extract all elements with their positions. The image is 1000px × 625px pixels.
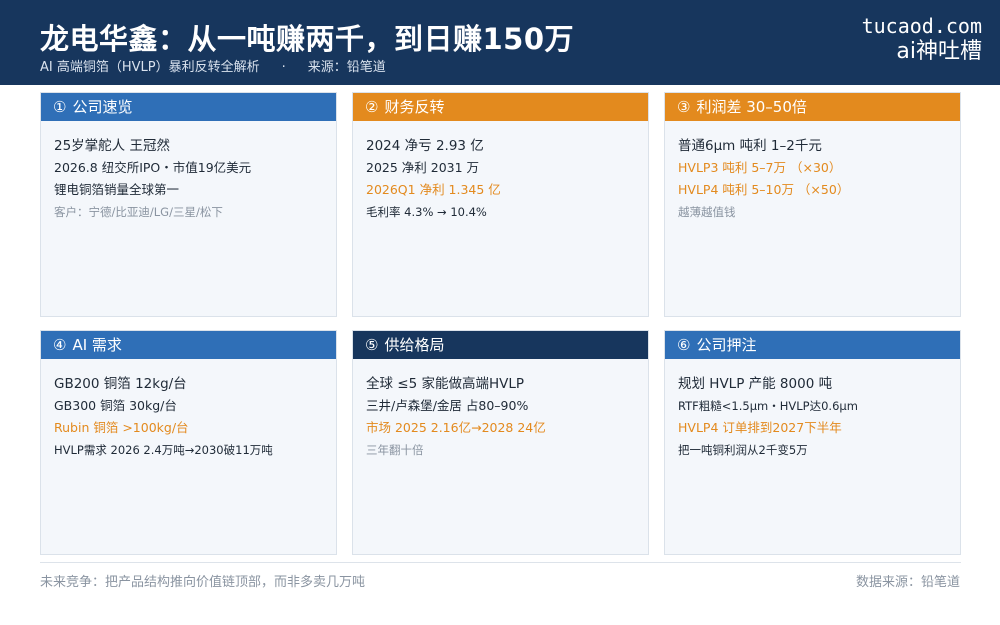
card-line: 越薄越值钱 [678, 205, 736, 219]
card-line: 锂电铜箔销量全球第一 [54, 182, 180, 197]
page-title: 龙电华鑫：从一吨赚两千，到日赚150万 [40, 22, 575, 56]
card-number: ⑤ [365, 336, 379, 354]
card-line-highlight: HVLP3 吨利 5–7万 （×30） [678, 160, 842, 175]
card-line: 毛利率 4.3% → 10.4% [366, 205, 487, 219]
page-subtitle: AI 高端铜箔（HVLP）暴利反转全解析 · 来源：铅笔道 [40, 56, 386, 75]
card-title: 利润差 30–50倍 [696, 98, 807, 116]
card-profit-gap: ③ 利润差 30–50倍 普通6μm 吨利 1–2千元 HVLP3 吨利 5–7万… [664, 92, 961, 317]
card-line: 2024 净亏 2.93 亿 [366, 138, 484, 154]
card-line: RTF粗糙<1.5μm・HVLP达0.6μm [678, 399, 858, 413]
subtitle-source: 来源：铅笔道 [307, 60, 386, 75]
card-title: 公司速览 [72, 98, 133, 116]
card-line: HVLP需求 2026 2.4万吨→2030破11万吨 [54, 443, 273, 457]
card-line: 三井/卢森堡/金居 占80–90% [366, 398, 529, 413]
card-company-overview: ① 公司速览 25岁掌舵人 王冠然 2026.8 纽交所IPO・市值19亿美元 锂… [40, 92, 337, 317]
subtitle-separator: · [281, 60, 286, 75]
card-line-highlight: Rubin 铜箔 >100kg/台 [54, 420, 189, 435]
card-line: 三年翻十倍 [366, 443, 424, 457]
card-line-highlight: HVLP4 吨利 5–10万 （×50） [678, 182, 850, 197]
card-line-highlight: 2026Q1 净利 1.345 亿 [366, 182, 501, 197]
card-title: 公司押注 [696, 336, 757, 354]
card-number: ① [53, 98, 67, 116]
card-line-highlight: 市场 2025 2.16亿→2028 24亿 [366, 420, 546, 435]
card-body: 25岁掌舵人 王冠然 2026.8 纽交所IPO・市值19亿美元 锂电铜箔销量全… [41, 121, 336, 223]
card-line: 把一吨铜利润从2千变5万 [678, 443, 808, 457]
brand-block: tucaod.com ai神吐槽 [862, 14, 982, 66]
card-line: GB300 铜箔 30kg/台 [54, 398, 177, 413]
card-title: 财务反转 [384, 98, 445, 116]
card-header: ③ 利润差 30–50倍 [665, 93, 960, 121]
footer-divider [40, 562, 961, 563]
card-company-bet: ⑥ 公司押注 规划 HVLP 产能 8000 吨 RTF粗糙<1.5μm・HVLP… [664, 330, 961, 555]
card-line: GB200 铜箔 12kg/台 [54, 376, 187, 392]
footer-note: 未来竞争：把产品结构推向价值链顶部，而非多卖几万吨 [40, 575, 366, 590]
brand-domain: tucaod.com [861, 14, 982, 38]
card-ai-demand: ④ AI 需求 GB200 铜箔 12kg/台 GB300 铜箔 30kg/台 R… [40, 330, 337, 555]
card-line: 普通6μm 吨利 1–2千元 [678, 138, 822, 154]
card-body: 2024 净亏 2.93 亿 2025 净利 2031 万 2026Q1 净利 … [353, 121, 648, 223]
card-header: ⑤ 供给格局 [353, 331, 648, 359]
card-line: 2025 净利 2031 万 [366, 160, 480, 175]
card-header: ② 财务反转 [353, 93, 648, 121]
card-body: GB200 铜箔 12kg/台 GB300 铜箔 30kg/台 Rubin 铜箔… [41, 359, 336, 461]
card-body: 普通6μm 吨利 1–2千元 HVLP3 吨利 5–7万 （×30） HVLP4… [665, 121, 960, 223]
card-title: AI 需求 [72, 336, 122, 354]
subtitle-topic: AI 高端铜箔（HVLP）暴利反转全解析 [40, 60, 260, 75]
card-header: ① 公司速览 [41, 93, 336, 121]
card-financial-reversal: ② 财务反转 2024 净亏 2.93 亿 2025 净利 2031 万 2026… [352, 92, 649, 317]
card-line: 2026.8 纽交所IPO・市值19亿美元 [54, 160, 252, 175]
card-number: ④ [53, 336, 67, 354]
card-header: ⑥ 公司押注 [665, 331, 960, 359]
card-number: ⑥ [677, 336, 691, 354]
card-line: 客户：宁德/比亚迪/LG/三星/松下 [54, 205, 223, 219]
card-number: ③ [677, 98, 691, 116]
card-header: ④ AI 需求 [41, 331, 336, 359]
card-line: 25岁掌舵人 王冠然 [54, 138, 170, 154]
card-supply-landscape: ⑤ 供给格局 全球 ≤5 家能做高端HVLP 三井/卢森堡/金居 占80–90% … [352, 330, 649, 555]
card-number: ② [365, 98, 379, 116]
card-body: 规划 HVLP 产能 8000 吨 RTF粗糙<1.5μm・HVLP达0.6μm… [665, 359, 960, 461]
card-line: 全球 ≤5 家能做高端HVLP [366, 376, 525, 392]
card-line-highlight: HVLP4 订单排到2027下半年 [678, 420, 842, 435]
footer-source: 数据来源：铅笔道 [855, 575, 960, 590]
card-line: 规划 HVLP 产能 8000 吨 [678, 376, 833, 392]
card-title: 供给格局 [384, 336, 445, 354]
card-body: 全球 ≤5 家能做高端HVLP 三井/卢森堡/金居 占80–90% 市场 202… [353, 359, 648, 461]
brand-name: ai神吐槽 [896, 39, 982, 64]
header-banner: 龙电华鑫：从一吨赚两千，到日赚150万 AI 高端铜箔（HVLP）暴利反转全解析… [0, 0, 1000, 85]
